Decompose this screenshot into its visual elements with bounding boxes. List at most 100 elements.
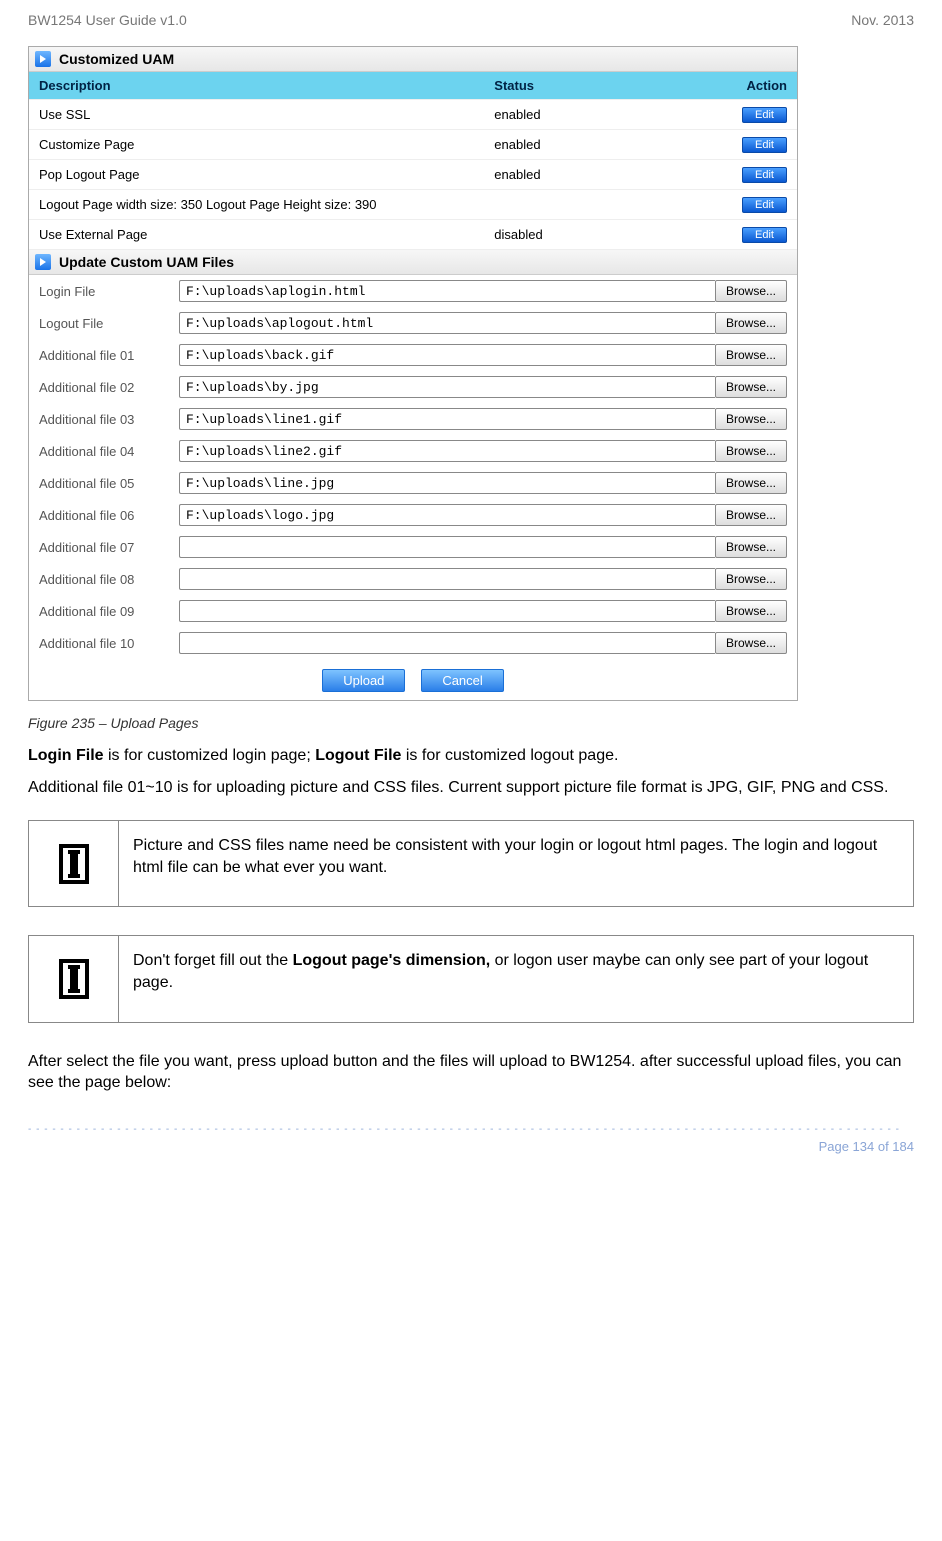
term-logout-file: Logout File xyxy=(315,747,401,764)
cell-desc: Pop Logout Page xyxy=(29,160,484,190)
edit-button[interactable]: Edit xyxy=(742,137,787,153)
file-label: Logout File xyxy=(29,307,169,339)
info-message: Picture and CSS files name need be consi… xyxy=(119,821,913,906)
info-icon xyxy=(59,844,89,884)
file-input-wrap: Browse... xyxy=(179,568,787,590)
cell-status: enabled xyxy=(484,160,727,190)
browse-button[interactable]: Browse... xyxy=(715,376,787,398)
page-header: BW1254 User Guide v1.0 Nov. 2013 xyxy=(28,12,914,28)
file-input-wrap: Browse... xyxy=(179,440,787,462)
file-label: Additional file 01 xyxy=(29,339,169,371)
browse-button[interactable]: Browse... xyxy=(715,408,787,430)
browse-button[interactable]: Browse... xyxy=(715,280,787,302)
file-label: Additional file 02 xyxy=(29,371,169,403)
info-icon-cell xyxy=(29,936,119,1021)
cell-desc: Logout Page width size: 350 Logout Page … xyxy=(29,190,727,220)
file-row: Additional file 05 Browse... xyxy=(29,467,797,499)
file-row: Additional file 06 Browse... xyxy=(29,499,797,531)
browse-button[interactable]: Browse... xyxy=(715,600,787,622)
file-input-wrap: Browse... xyxy=(179,504,787,526)
file-path-input[interactable] xyxy=(179,568,715,590)
doc-date: Nov. 2013 xyxy=(851,12,914,28)
file-input-wrap: Browse... xyxy=(179,312,787,334)
cell-desc: Use External Page xyxy=(29,220,484,250)
edit-button[interactable]: Edit xyxy=(742,167,787,183)
arrow-right-icon xyxy=(35,254,51,270)
col-status: Status xyxy=(484,72,727,100)
file-label: Additional file 09 xyxy=(29,595,169,627)
file-label: Additional file 05 xyxy=(29,467,169,499)
file-row: Additional file 03 Browse... xyxy=(29,403,797,435)
col-action: Action xyxy=(727,72,797,100)
cell-status: enabled xyxy=(484,130,727,160)
info-icon-cell xyxy=(29,821,119,906)
browse-button[interactable]: Browse... xyxy=(715,472,787,494)
file-path-input[interactable] xyxy=(179,472,715,494)
paragraph: Additional file 01~10 is for uploading p… xyxy=(28,777,914,799)
edit-button[interactable]: Edit xyxy=(742,107,787,123)
arrow-right-icon xyxy=(35,51,51,67)
file-input-wrap: Browse... xyxy=(179,344,787,366)
col-description: Description xyxy=(29,72,484,100)
term-login-file: Login File xyxy=(28,747,104,764)
file-path-input[interactable] xyxy=(179,344,715,366)
table-row: Logout Page width size: 350 Logout Page … xyxy=(29,190,797,220)
file-path-input[interactable] xyxy=(179,280,715,302)
button-row: Upload Cancel xyxy=(29,659,797,700)
file-label: Additional file 10 xyxy=(29,627,169,659)
section-title: Update Custom UAM Files xyxy=(59,254,234,270)
browse-button[interactable]: Browse... xyxy=(715,536,787,558)
section-bar-update-files: Update Custom UAM Files xyxy=(29,250,797,275)
browse-button[interactable]: Browse... xyxy=(715,344,787,366)
figure-caption: Figure 235 – Upload Pages xyxy=(28,715,914,731)
browse-button[interactable]: Browse... xyxy=(715,504,787,526)
file-row: Additional file 07 Browse... xyxy=(29,531,797,563)
table-header-row: Description Status Action xyxy=(29,72,797,100)
browse-button[interactable]: Browse... xyxy=(715,568,787,590)
file-label: Additional file 06 xyxy=(29,499,169,531)
file-row: Login File Browse... xyxy=(29,275,797,307)
browse-button[interactable]: Browse... xyxy=(715,312,787,334)
table-row: Use External Page disabled Edit xyxy=(29,220,797,250)
paragraph: Login File is for customized login page;… xyxy=(28,745,914,767)
file-path-input[interactable] xyxy=(179,376,715,398)
paragraph: After select the file you want, press up… xyxy=(28,1051,914,1094)
upload-button[interactable]: Upload xyxy=(322,669,405,692)
file-row: Additional file 09 Browse... xyxy=(29,595,797,627)
doc-title: BW1254 User Guide v1.0 xyxy=(28,12,187,28)
file-row: Additional file 04Browse... xyxy=(29,435,797,467)
file-input-wrap: Browse... xyxy=(179,376,787,398)
browse-button[interactable]: Browse... xyxy=(715,632,787,654)
info-message: Don't forget fill out the Logout page's … xyxy=(119,936,913,1021)
files-table: Login FileBrowse...Logout FileBrowse...A… xyxy=(29,275,797,659)
uam-table: Description Status Action Use SSL enable… xyxy=(29,72,797,250)
cell-desc: Use SSL xyxy=(29,100,484,130)
file-path-input[interactable] xyxy=(179,504,715,526)
table-row: Use SSL enabled Edit xyxy=(29,100,797,130)
file-path-input[interactable] xyxy=(179,632,715,654)
edit-button[interactable]: Edit xyxy=(742,197,787,213)
file-label: Additional file 07 xyxy=(29,531,169,563)
edit-button[interactable]: Edit xyxy=(742,227,787,243)
file-row: Additional file 10 Browse... xyxy=(29,627,797,659)
file-label: Login File xyxy=(29,275,169,307)
file-row: Additional file 01 Browse... xyxy=(29,339,797,371)
browse-button[interactable]: Browse... xyxy=(715,440,787,462)
file-input-wrap: Browse... xyxy=(179,472,787,494)
info-box: Don't forget fill out the Logout page's … xyxy=(28,935,914,1022)
page-number: Page 134 of 184 xyxy=(28,1139,914,1154)
file-path-input[interactable] xyxy=(179,536,715,558)
file-path-input[interactable] xyxy=(179,600,715,622)
file-path-input[interactable] xyxy=(179,440,715,462)
cancel-button[interactable]: Cancel xyxy=(421,669,503,692)
file-row: Logout File Browse... xyxy=(29,307,797,339)
file-label: Additional file 08 xyxy=(29,563,169,595)
cell-status: disabled xyxy=(484,220,727,250)
file-path-input[interactable] xyxy=(179,312,715,334)
file-input-wrap: Browse... xyxy=(179,600,787,622)
file-path-input[interactable] xyxy=(179,408,715,430)
file-label: Additional file 03 xyxy=(29,403,169,435)
info-box: Picture and CSS files name need be consi… xyxy=(28,820,914,907)
footer-divider: - - - - - - - - - - - - - - - - - - - - … xyxy=(28,1124,914,1135)
file-input-wrap: Browse... xyxy=(179,408,787,430)
